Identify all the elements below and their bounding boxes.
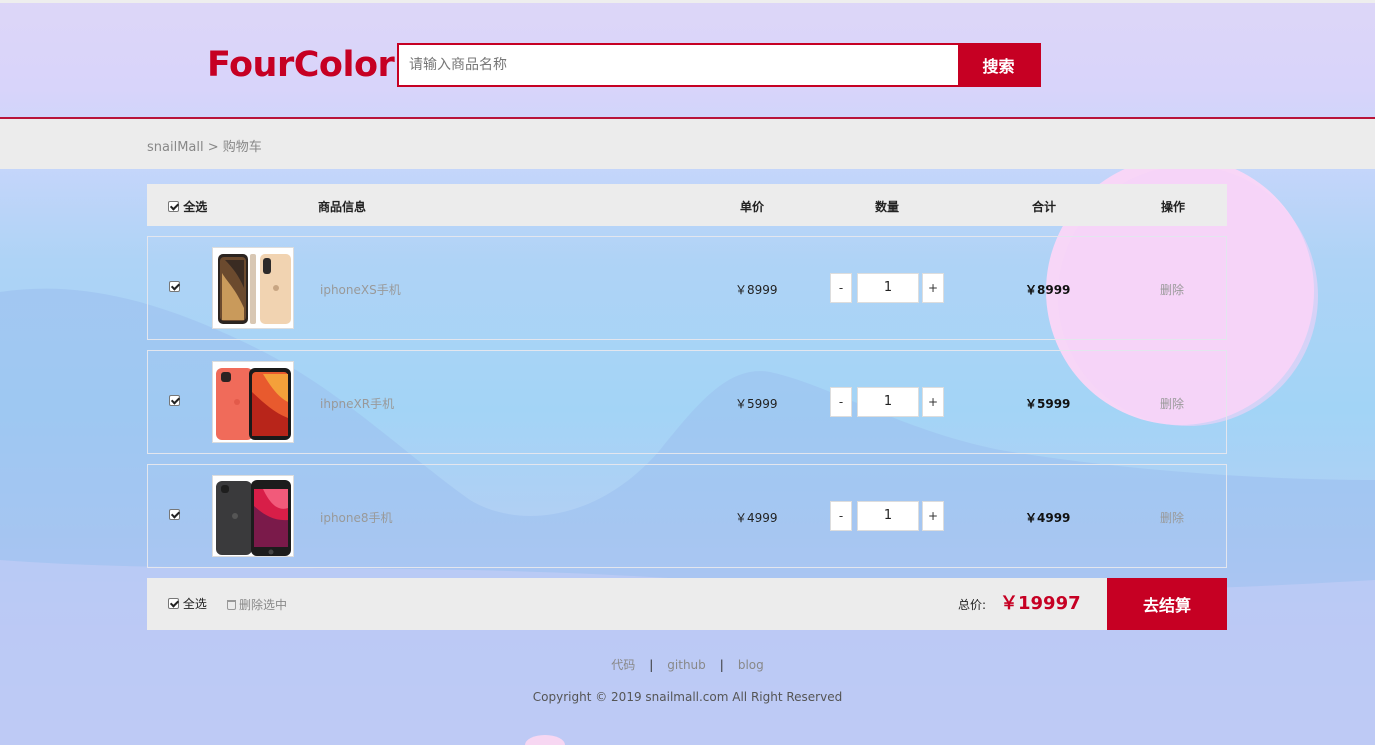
site-header: FourColor 搜索 xyxy=(0,3,1375,118)
delete-selected-label: 删除选中 xyxy=(239,598,288,612)
qty-minus-button[interactable]: - xyxy=(830,273,852,303)
cart-row: iphoneXS手机 ￥8999 - 1 + ￥8999 删除 xyxy=(147,236,1227,340)
column-subtotal: 合计 xyxy=(1032,200,1057,214)
item-checkbox[interactable] xyxy=(169,509,180,520)
cart-table: 全选 商品信息 单价 数量 合计 操作 iphoneXS手机 ￥8999 - 1… xyxy=(147,184,1227,630)
footer-link-code[interactable]: 代码 xyxy=(611,658,635,672)
column-quantity: 数量 xyxy=(875,200,900,214)
qty-minus-button[interactable]: - xyxy=(830,501,852,531)
footer-link-github[interactable]: github xyxy=(667,658,705,672)
delete-selected-button[interactable]: 删除选中 xyxy=(227,596,287,613)
page-footer: 代码 | github | blog Copyright © 2019 snailmal… xyxy=(0,656,1375,704)
item-checkbox[interactable] xyxy=(169,395,180,406)
footer-select-all-label: 全选 xyxy=(182,597,207,611)
logo[interactable]: FourColor xyxy=(207,45,395,85)
cart-footer: 全选 删除选中 总价: ￥19997 去结算 xyxy=(147,578,1227,630)
cart-row: ihpneXR手机 ￥5999 - 1 + ￥5999 删除 xyxy=(147,350,1227,454)
footer-select-all[interactable]: 全选 xyxy=(168,595,207,612)
row-subtotal: ￥5999 xyxy=(1025,397,1071,411)
total-label: 总价: xyxy=(958,598,987,612)
unit-price: ￥4999 xyxy=(735,511,778,525)
footer-select-all-checkbox[interactable] xyxy=(168,598,179,609)
total-price: ￥19997 xyxy=(1000,593,1081,614)
footer-links: 代码 | github | blog xyxy=(0,656,1375,673)
qty-plus-button[interactable]: + xyxy=(922,273,944,303)
qty-plus-button[interactable]: + xyxy=(922,501,944,531)
phone-image-icon xyxy=(213,476,293,556)
row-subtotal: ￥4999 xyxy=(1025,511,1071,525)
product-name[interactable]: ihpneXR手机 xyxy=(320,395,394,412)
delete-button[interactable]: 删除 xyxy=(1160,395,1184,412)
checkout-button[interactable]: 去结算 xyxy=(1107,578,1227,630)
item-checkbox[interactable] xyxy=(169,281,180,292)
select-all-header[interactable]: 全选 xyxy=(168,198,207,215)
unit-price: ￥8999 xyxy=(735,283,778,297)
product-image[interactable] xyxy=(212,361,294,443)
footer-separator: | xyxy=(719,658,724,672)
product-image[interactable] xyxy=(212,475,294,557)
trash-icon xyxy=(227,600,236,610)
search-box: 搜索 xyxy=(397,43,1041,87)
unit-price: ￥5999 xyxy=(735,397,778,411)
phone-image-icon xyxy=(213,248,293,328)
product-image[interactable] xyxy=(212,247,294,329)
footer-link-blog[interactable]: blog xyxy=(738,658,764,672)
breadcrumb: snailMall > 购物车 xyxy=(147,136,262,155)
breadcrumb-current: 购物车 xyxy=(222,140,262,155)
breadcrumb-home[interactable]: snailMall xyxy=(147,140,204,155)
select-all-label: 全选 xyxy=(183,200,208,214)
copyright: Copyright © 2019 snailmall.com All Right… xyxy=(532,690,843,704)
qty-plus-button[interactable]: + xyxy=(922,387,944,417)
qty-input[interactable]: 1 xyxy=(857,387,919,417)
row-subtotal: ￥8999 xyxy=(1025,283,1071,297)
qty-minus-button[interactable]: - xyxy=(830,387,852,417)
search-button[interactable]: 搜索 xyxy=(958,45,1039,85)
qty-input[interactable]: 1 xyxy=(857,501,919,531)
cart-row: iphone8手机 ￥4999 - 1 + ￥4999 删除 xyxy=(147,464,1227,568)
breadcrumb-separator: > xyxy=(207,140,219,155)
column-info: 商品信息 xyxy=(318,200,367,214)
footer-separator: | xyxy=(649,658,654,672)
breadcrumb-bar: snailMall > 购物车 xyxy=(0,119,1375,169)
column-price: 单价 xyxy=(740,200,765,214)
delete-button[interactable]: 删除 xyxy=(1160,281,1184,298)
phone-image-icon xyxy=(213,362,293,442)
search-input[interactable] xyxy=(399,45,958,85)
column-action: 操作 xyxy=(1161,200,1186,214)
qty-input[interactable]: 1 xyxy=(857,273,919,303)
select-all-checkbox[interactable] xyxy=(168,201,179,212)
product-name[interactable]: iphoneXS手机 xyxy=(320,281,401,298)
delete-button[interactable]: 删除 xyxy=(1160,509,1184,526)
cart-header: 全选 商品信息 单价 数量 合计 操作 xyxy=(147,184,1227,226)
product-name[interactable]: iphone8手机 xyxy=(320,509,393,526)
